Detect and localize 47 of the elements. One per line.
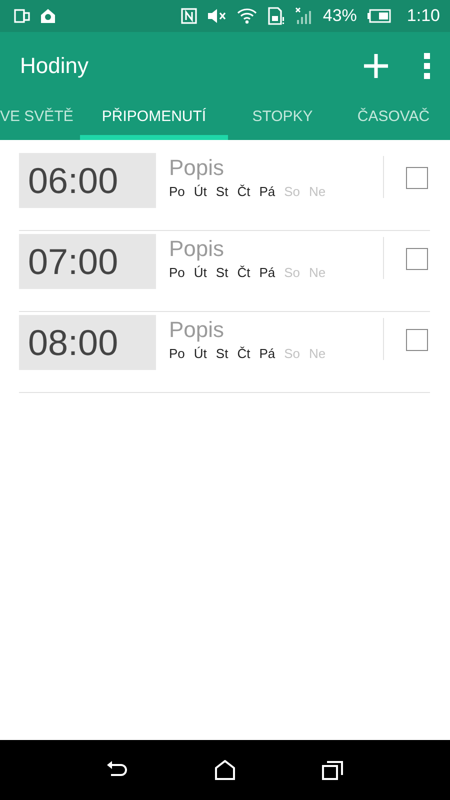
- alarm-checkbox[interactable]: [406, 248, 428, 270]
- weekday: Út: [194, 265, 207, 280]
- alarm-description: Popis: [169, 154, 226, 182]
- weekday: Ne: [309, 265, 326, 280]
- weekday: St: [216, 265, 228, 280]
- sim-card-icon: [266, 7, 285, 25]
- weekday: Po: [169, 184, 185, 199]
- tab[interactable]: ČASOVAČ: [337, 100, 450, 140]
- weekday: Po: [169, 346, 185, 361]
- home-icon[interactable]: [214, 760, 235, 780]
- weekday: Pá: [259, 346, 276, 361]
- alarm-checkbox[interactable]: [406, 167, 428, 189]
- weekday: Ne: [309, 184, 326, 199]
- alarm-description: Popis: [169, 235, 226, 263]
- weekday: Út: [194, 346, 207, 361]
- alarm-time[interactable]: 08:00: [19, 315, 156, 370]
- weekday: St: [216, 346, 228, 361]
- add-icon[interactable]: [362, 52, 390, 80]
- alarm-description: Popis: [169, 316, 226, 344]
- weekday: Ne: [309, 346, 326, 361]
- wifi-icon: [236, 7, 257, 25]
- weekday: Čt: [237, 184, 250, 199]
- weekday: Čt: [237, 346, 250, 361]
- weekday: So: [284, 265, 300, 280]
- clock-time: 1:10: [406, 6, 440, 26]
- weekday: Po: [169, 265, 185, 280]
- weekday: Čt: [237, 265, 250, 280]
- app-title: Hodiny: [20, 53, 90, 79]
- weekday: Pá: [259, 265, 276, 280]
- tab[interactable]: STOPKY: [228, 100, 337, 140]
- tab[interactable]: VE SVĚTĚ: [0, 100, 80, 140]
- battery-percent: 43%: [322, 6, 357, 26]
- more-menu-icon[interactable]: [424, 53, 430, 79]
- recent-apps-icon[interactable]: [322, 760, 344, 780]
- alarm-time[interactable]: 06:00: [19, 153, 156, 208]
- weekday: Pá: [259, 184, 276, 199]
- weekday: So: [284, 184, 300, 199]
- signal-icon: [294, 7, 313, 25]
- weekday: So: [284, 346, 300, 361]
- nfc-icon: [180, 8, 197, 24]
- mute-icon: [206, 8, 227, 24]
- alarm-time[interactable]: 07:00: [19, 234, 156, 289]
- tab[interactable]: PŘIPOMENUTÍ: [80, 100, 228, 140]
- alarm-checkbox[interactable]: [406, 329, 428, 351]
- weekday: Út: [194, 184, 207, 199]
- battery-icon: [366, 9, 391, 23]
- weekday: St: [216, 184, 228, 199]
